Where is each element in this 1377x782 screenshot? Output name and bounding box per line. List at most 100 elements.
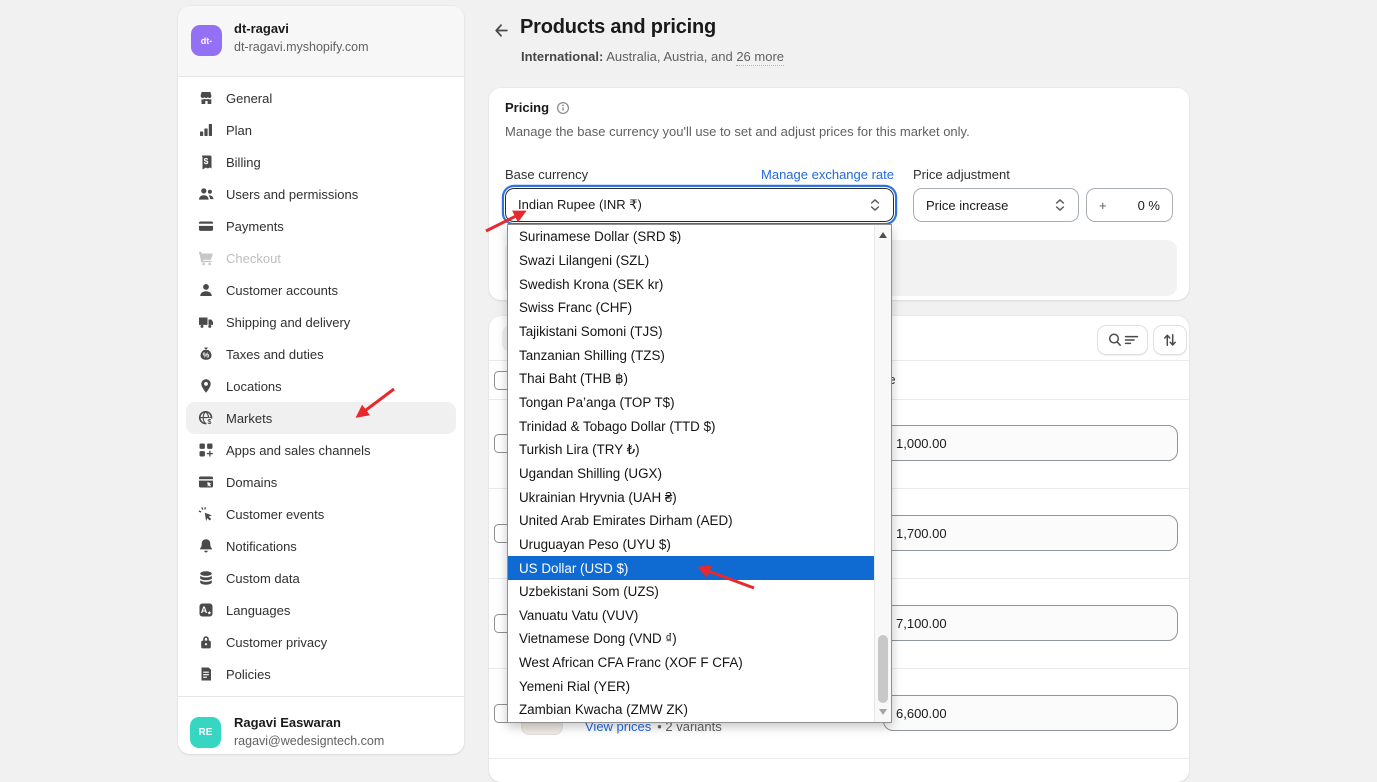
chevron-updown-icon [869, 197, 881, 213]
sidebar-item-label: Users and permissions [226, 187, 358, 202]
truck-icon [198, 314, 214, 330]
dropdown-option-trinidad-tobago-dollar-ttd[interactable]: Trinidad & Tobago Dollar (TTD $) [508, 414, 875, 438]
dropdown-option-united-arab-emirates-dirham-aed[interactable]: United Arab Emirates Dirham (AED) [508, 509, 875, 533]
payments-icon [198, 218, 214, 234]
price-input[interactable] [883, 425, 1178, 461]
dropdown-option-zambian-kwacha-zmw-zk[interactable]: Zambian Kwacha (ZMW ZK) [508, 698, 875, 722]
back-arrow-icon [492, 22, 509, 39]
currency-dropdown-list: Surinamese Dollar (SRD $)Swazi Lilangeni… [508, 225, 875, 722]
sidebar-item-label: Shipping and delivery [226, 315, 350, 330]
subtitle-text: Australia, Austria, and [603, 49, 736, 64]
price-input[interactable] [883, 695, 1178, 731]
svg-text:A: A [201, 605, 208, 615]
user-email: ragavi@wedesigntech.com [234, 734, 384, 748]
browser-icon [198, 474, 214, 490]
dropdown-option-thai-baht-thb[interactable]: Thai Baht (THB ฿) [508, 367, 875, 391]
sidebar-item-markets[interactable]: $ Markets [186, 402, 456, 434]
scroll-up-arrow-icon[interactable] [879, 232, 887, 238]
price-input[interactable] [883, 605, 1178, 641]
cursor-spark-icon [198, 506, 214, 522]
user-footer[interactable]: RE Ragavi Easwaran ragavi@wedesigntech.c… [178, 696, 464, 755]
dropdown-scrollbar[interactable] [874, 225, 891, 722]
dropdown-option-turkish-lira-try[interactable]: Turkish Lira (TRY ₺) [508, 438, 875, 462]
sort-button[interactable] [1153, 325, 1187, 355]
sidebar-item-general[interactable]: General [186, 82, 456, 114]
sidebar-item-plan[interactable]: Plan [186, 114, 456, 146]
store-icon [198, 90, 214, 106]
plan-icon [198, 122, 214, 138]
dropdown-option-vanuatu-vatu-vuv[interactable]: Vanuatu Vatu (VUV) [508, 604, 875, 628]
dropdown-option-yemeni-rial-yer[interactable]: Yemeni Rial (YER) [508, 674, 875, 698]
dropdown-option-ugandan-shilling-ugx[interactable]: Ugandan Shilling (UGX) [508, 462, 875, 486]
price-adjustment-label: Price adjustment [913, 167, 1010, 182]
dropdown-option-us-dollar-usd[interactable]: US Dollar (USD $) [508, 556, 875, 580]
sidebar-item-customer-events[interactable]: Customer events [186, 498, 456, 530]
sidebar-item-label: Policies [226, 667, 271, 682]
dropdown-option-surinamese-dollar-srd[interactable]: Surinamese Dollar (SRD $) [508, 225, 875, 249]
sidebar-item-notifications[interactable]: Notifications [186, 530, 456, 562]
dropdown-option-west-african-cfa-franc-xof-f-cfa[interactable]: West African CFA Franc (XOF F CFA) [508, 651, 875, 675]
subtitle-label: International: [521, 49, 603, 64]
chevron-updown-icon [1054, 197, 1066, 213]
sidebar-item-customer-privacy[interactable]: Customer privacy [186, 626, 456, 658]
search-filter-button[interactable] [1097, 325, 1148, 355]
globe-dollar-icon: $ [198, 410, 214, 426]
sidebar-item-customer-accounts[interactable]: Customer accounts [186, 274, 456, 306]
sidebar-item-users-and-permissions[interactable]: Users and permissions [186, 178, 456, 210]
dropdown-option-swedish-krona-sek-kr[interactable]: Swedish Krona (SEK kr) [508, 272, 875, 296]
sidebar-item-payments[interactable]: Payments [186, 210, 456, 242]
person-icon [198, 282, 214, 298]
sidebar-item-locations[interactable]: Locations [186, 370, 456, 402]
sidebar-nav: General Plan $ Billing Users and permissions… [186, 82, 456, 690]
base-currency-label: Base currency [505, 167, 588, 182]
dropdown-option-swiss-franc-chf[interactable]: Swiss Franc (CHF) [508, 296, 875, 320]
sidebar-item-label: Markets [226, 411, 272, 426]
dropdown-option-uzbekistani-som-uzs[interactable]: Uzbekistani Som (UZS) [508, 580, 875, 604]
bell-icon [198, 538, 214, 554]
sidebar-item-taxes-and-duties[interactable]: %Taxes and duties [186, 338, 456, 370]
manage-exchange-rate-link[interactable]: Manage exchange rate [761, 167, 894, 182]
sidebar-item-label: Locations [226, 379, 282, 394]
store-header[interactable]: dt- dt-ragavi dt-ragavi.myshopify.com [178, 6, 464, 77]
dropdown-option-tanzanian-shilling-tzs[interactable]: Tanzanian Shilling (TZS) [508, 343, 875, 367]
svg-text:$: $ [207, 417, 211, 426]
sidebar-item-label: Checkout [226, 251, 281, 266]
sidebar-item-checkout[interactable]: Checkout [186, 242, 456, 274]
dropdown-option-swazi-lilangeni-szl[interactable]: Swazi Lilangeni (SZL) [508, 249, 875, 273]
sidebar-item-billing[interactable]: $ Billing [186, 146, 456, 178]
sidebar-item-label: Taxes and duties [226, 347, 324, 362]
sidebar-item-languages[interactable]: ALanguages [186, 594, 456, 626]
dropdown-option-vietnamese-dong-vnd[interactable]: Vietnamese Dong (VND ₫) [508, 627, 875, 651]
sidebar-item-label: Payments [226, 219, 284, 234]
apps-grid-icon [198, 442, 214, 458]
settings-sidebar: dt- dt-ragavi dt-ragavi.myshopify.com Ge… [178, 6, 464, 754]
price-input[interactable] [883, 515, 1178, 551]
sidebar-item-label: Plan [226, 123, 252, 138]
svg-text:$: $ [204, 156, 209, 166]
scrollbar-thumb[interactable] [878, 635, 888, 703]
pricing-card-title: Pricing [505, 100, 570, 115]
price-adjustment-type-select[interactable]: Price increase [913, 188, 1079, 222]
subtitle-more-link[interactable]: 26 more [736, 49, 784, 66]
sidebar-item-label: Notifications [226, 539, 297, 554]
sidebar-item-shipping-and-delivery[interactable]: Shipping and delivery [186, 306, 456, 338]
sidebar-item-custom-data[interactable]: Custom data [186, 562, 456, 594]
adjustment-sign: + [1099, 198, 1107, 213]
sidebar-item-label: Billing [226, 155, 261, 170]
base-currency-select[interactable]: Indian Rupee (INR ₹) [505, 188, 894, 222]
price-adjustment-value-input[interactable]: + 0 % [1086, 188, 1173, 222]
dropdown-option-tongan-pa-anga-top-t[interactable]: Tongan Pa’anga (TOP T$) [508, 391, 875, 415]
sidebar-item-label: Customer events [226, 507, 324, 522]
dropdown-option-tajikistani-somoni-tjs[interactable]: Tajikistani Somoni (TJS) [508, 320, 875, 344]
sidebar-item-apps-and-sales-channels[interactable]: Apps and sales channels [186, 434, 456, 466]
info-icon[interactable] [556, 101, 570, 115]
scroll-down-arrow-icon[interactable] [879, 709, 887, 715]
language-icon: A [198, 602, 214, 618]
dropdown-option-ukrainian-hryvnia-uah[interactable]: Ukrainian Hryvnia (UAH ₴) [508, 485, 875, 509]
dropdown-option-uruguayan-peso-uyu[interactable]: Uruguayan Peso (UYU $) [508, 533, 875, 557]
sidebar-item-domains[interactable]: Domains [186, 466, 456, 498]
page-title: Products and pricing [520, 16, 716, 39]
sidebar-item-policies[interactable]: Policies [186, 658, 456, 690]
back-button[interactable] [487, 18, 513, 42]
store-avatar: dt- [191, 25, 222, 56]
